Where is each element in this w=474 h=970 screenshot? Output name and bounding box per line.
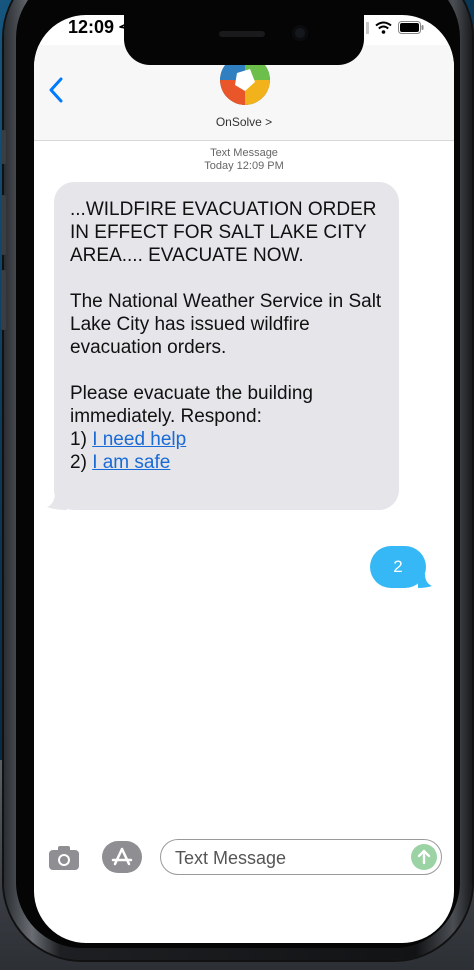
message-paragraph-2: The National Weather Service in Salt Lak… bbox=[70, 291, 382, 358]
message-type-label: Text Message bbox=[210, 147, 278, 159]
speaker-grille bbox=[219, 31, 265, 37]
volume-down-button bbox=[1, 270, 6, 330]
incoming-message-text: ...WILDFIRE EVACUATION ORDER IN EFFECT F… bbox=[70, 198, 390, 474]
contact-name[interactable]: OnSolve > bbox=[34, 115, 454, 129]
message-timestamp: Today 12:09 PM bbox=[204, 160, 284, 172]
message-paragraph-1: ...WILDFIRE EVACUATION ORDER IN EFFECT F… bbox=[70, 199, 377, 266]
outgoing-message-bubble[interactable]: 2 bbox=[370, 546, 432, 588]
phone-screen: 12:09 OnSolve > Text Message Today 12:09… bbox=[34, 15, 454, 943]
response-prompt: Please evacuate the building immediately… bbox=[70, 383, 313, 427]
mute-switch bbox=[1, 130, 6, 164]
notch bbox=[124, 15, 364, 65]
bubble-tail bbox=[47, 492, 67, 510]
i-need-help-link[interactable]: I need help bbox=[92, 429, 186, 450]
message-input-placeholder: Text Message bbox=[175, 848, 287, 868]
i-am-safe-link[interactable]: I am safe bbox=[92, 452, 170, 473]
message-input[interactable]: Text Message bbox=[160, 839, 442, 875]
battery-icon bbox=[398, 21, 424, 34]
bubble-tail bbox=[418, 574, 432, 588]
back-chevron-icon[interactable] bbox=[48, 77, 64, 103]
incoming-message-bubble[interactable]: ...WILDFIRE EVACUATION ORDER IN EFFECT F… bbox=[47, 182, 399, 510]
option-2-prefix: 2) bbox=[70, 452, 93, 473]
front-camera bbox=[292, 25, 308, 41]
send-arrow-icon bbox=[417, 849, 431, 865]
wifi-icon bbox=[375, 21, 392, 34]
status-time: 12:09 bbox=[68, 17, 132, 38]
thread-meta: Text Message Today 12:09 PM bbox=[34, 147, 454, 173]
send-button[interactable] bbox=[411, 844, 437, 870]
app-store-icon[interactable] bbox=[102, 841, 142, 873]
option-1-prefix: 1) bbox=[70, 429, 93, 450]
volume-up-button bbox=[1, 195, 6, 255]
camera-icon[interactable] bbox=[48, 845, 80, 871]
status-time-text: 12:09 bbox=[68, 17, 115, 37]
compose-bar: Text Message bbox=[34, 835, 454, 879]
phone-frame: 12:09 OnSolve > Text Message Today 12:09… bbox=[1, 0, 472, 960]
message-paragraph-3: Please evacuate the building immediately… bbox=[70, 382, 390, 474]
